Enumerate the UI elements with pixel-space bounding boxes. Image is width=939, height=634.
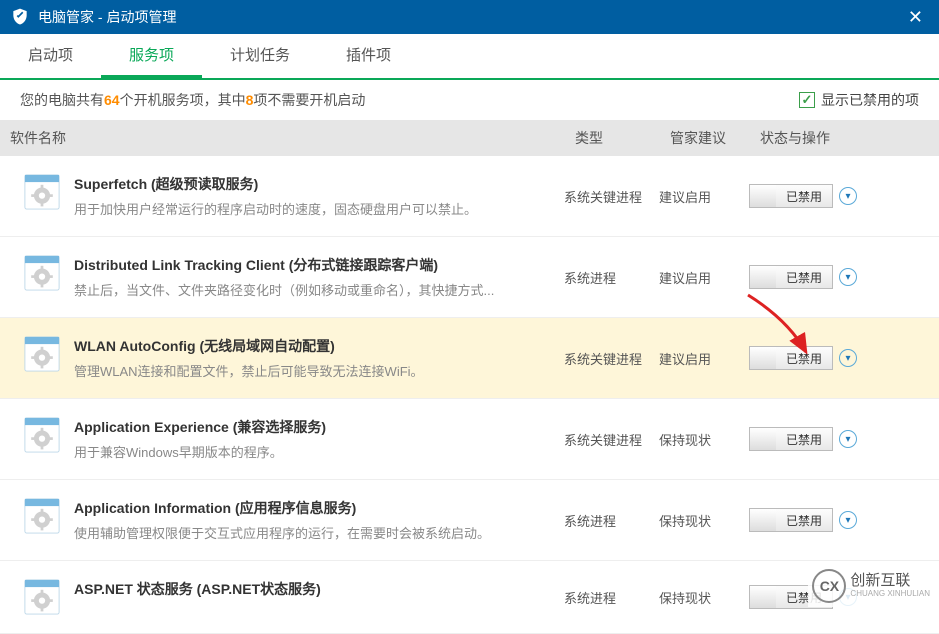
close-button[interactable]: ✕ (902, 5, 929, 30)
service-suggest: 保持现状 (659, 588, 749, 607)
service-suggest: 建议启用 (659, 268, 749, 287)
service-gear-icon (24, 417, 60, 453)
action-dropdown[interactable]: ▾ (839, 430, 857, 448)
col-action: 状态与操作 (760, 128, 929, 148)
title-bar: 电脑管家 - 启动项管理 ✕ (0, 0, 939, 34)
table-row: WLAN AutoConfig (无线局域网自动配置) 管理WLAN连接和配置文… (0, 318, 939, 399)
service-type: 系统关键进程 (564, 349, 659, 368)
table-row: Application Information (应用程序信息服务) 使用辅助管… (0, 480, 939, 561)
service-gear-icon (24, 255, 60, 291)
watermark-logo-icon: CX (812, 569, 846, 603)
service-title: ASP.NET 状态服务 (ASP.NET状态服务) (74, 579, 564, 599)
service-action: 已禁用 ▾ (749, 265, 929, 289)
service-action: 已禁用 ▾ (749, 508, 929, 532)
table-row: Application Experience (兼容选择服务) 用于兼容Wind… (0, 399, 939, 480)
action-dropdown[interactable]: ▾ (839, 511, 857, 529)
col-type: 类型 (575, 128, 670, 148)
toggle-switch[interactable]: 已禁用 (749, 265, 833, 289)
service-list: Superfetch (超级预读取服务) 用于加快用户经常运行的程序启动时的速度… (0, 156, 939, 634)
service-desc: 用于兼容Windows早期版本的程序。 (74, 442, 564, 461)
table-row: Superfetch (超级预读取服务) 用于加快用户经常运行的程序启动时的速度… (0, 156, 939, 237)
service-suggest: 保持现状 (659, 430, 749, 449)
check-icon: ✓ (799, 92, 815, 108)
toggle-switch[interactable]: 已禁用 (749, 508, 833, 532)
table-row: Distributed Link Tracking Client (分布式链接跟… (0, 237, 939, 318)
table-header: 软件名称 类型 管家建议 状态与操作 (0, 120, 939, 156)
service-gear-icon (24, 336, 60, 372)
service-desc: 用于加快用户经常运行的程序启动时的速度，固态硬盘用户可以禁止。 (74, 199, 564, 218)
toggle-switch[interactable]: 已禁用 (749, 346, 833, 370)
service-desc: 禁止后，当文件、文件夹路径变化时（例如移动或重命名），其快捷方式... (74, 280, 564, 299)
service-action: 已禁用 ▾ (749, 184, 929, 208)
action-dropdown[interactable]: ▾ (839, 349, 857, 367)
service-suggest: 建议启用 (659, 349, 749, 368)
col-name: 软件名称 (10, 128, 575, 148)
summary-bar: 您的电脑共有 64 个开机服务项，其中 8 项不需要开机启动 ✓ 显示已禁用的项 (0, 80, 939, 120)
service-type: 系统关键进程 (564, 430, 659, 449)
service-type: 系统进程 (564, 268, 659, 287)
service-gear-icon (24, 174, 60, 210)
service-title: Distributed Link Tracking Client (分布式链接跟… (74, 255, 564, 275)
action-dropdown[interactable]: ▾ (839, 268, 857, 286)
window-title: 电脑管家 - 启动项管理 (38, 7, 176, 27)
service-type: 系统关键进程 (564, 187, 659, 206)
service-desc: 使用辅助管理权限便于交互式应用程序的运行，在需要时会被系统启动。 (74, 523, 564, 542)
tab-startup[interactable]: 启动项 (0, 34, 101, 78)
tab-services[interactable]: 服务项 (101, 34, 202, 78)
tab-scheduled[interactable]: 计划任务 (202, 34, 318, 78)
service-gear-icon (24, 498, 60, 534)
service-suggest: 保持现状 (659, 511, 749, 530)
service-type: 系统进程 (564, 511, 659, 530)
show-disabled-checkbox[interactable]: ✓ 显示已禁用的项 (799, 90, 919, 110)
service-action: 已禁用 ▾ (749, 427, 929, 451)
col-suggest: 管家建议 (670, 128, 760, 148)
service-desc: 管理WLAN连接和配置文件，禁止后可能导致无法连接WiFi。 (74, 361, 564, 380)
app-shield-icon (10, 7, 30, 27)
tab-plugins[interactable]: 插件项 (318, 34, 419, 78)
action-dropdown[interactable]: ▾ (839, 187, 857, 205)
service-title: Application Experience (兼容选择服务) (74, 417, 564, 437)
table-row: ASP.NET 状态服务 (ASP.NET状态服务) 系统进程 保持现状 已禁用… (0, 561, 939, 634)
service-action: 已禁用 ▾ (749, 346, 929, 370)
service-suggest: 建议启用 (659, 187, 749, 206)
service-gear-icon (24, 579, 60, 615)
service-title: Superfetch (超级预读取服务) (74, 174, 564, 194)
service-type: 系统进程 (564, 588, 659, 607)
service-title: WLAN AutoConfig (无线局域网自动配置) (74, 336, 564, 356)
toggle-switch[interactable]: 已禁用 (749, 427, 833, 451)
watermark: CX 创新互联 CHUANG XINHULIAN (808, 565, 934, 607)
tab-bar: 启动项 服务项 计划任务 插件项 (0, 34, 939, 80)
service-title: Application Information (应用程序信息服务) (74, 498, 564, 518)
toggle-switch[interactable]: 已禁用 (749, 184, 833, 208)
